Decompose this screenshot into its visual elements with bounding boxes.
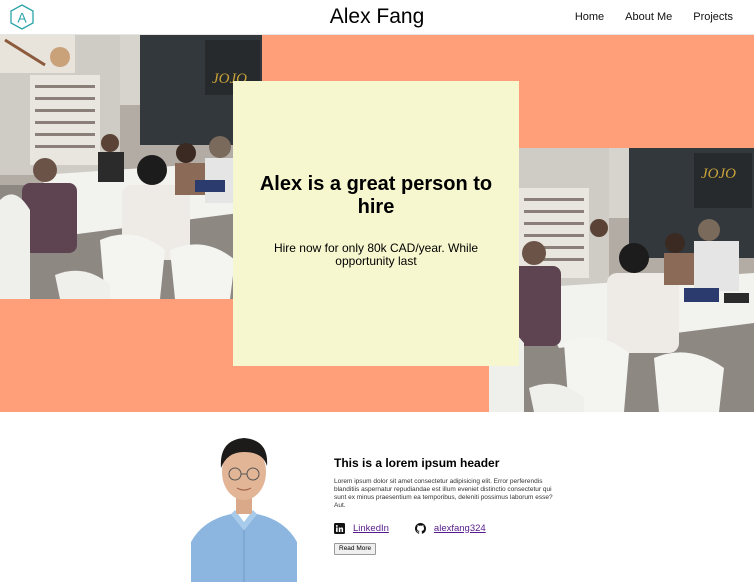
- nav-home[interactable]: Home: [575, 10, 604, 24]
- social-item-linkedin: LinkedIn: [334, 522, 389, 534]
- hero-photo-left: JOJO: [0, 35, 262, 299]
- read-more-button[interactable]: Read More: [334, 543, 377, 555]
- social-links: LinkedIn alexfang324: [334, 522, 564, 534]
- social-item-github: alexfang324: [414, 522, 486, 534]
- hero-subtext: Hire now for only 80k CAD/year. While op…: [273, 241, 479, 268]
- hero-photo-right: JOJO: [489, 148, 754, 412]
- about-section: This is a lorem ipsum header Lorem ipsum…: [0, 412, 754, 582]
- svg-text:JOJO: JOJO: [701, 166, 736, 182]
- about-body: Lorem ipsum dolor sit amet consectetur a…: [334, 478, 553, 509]
- linkedin-icon: [334, 522, 345, 534]
- site-header: A Alex Fang Home About Me Projects: [0, 0, 754, 35]
- linkedin-link[interactable]: LinkedIn: [353, 523, 389, 534]
- about-text: This is a lorem ipsum header Lorem ipsum…: [334, 456, 564, 555]
- main-nav: Home About Me Projects: [575, 10, 733, 24]
- portrait-photo: [191, 430, 297, 582]
- hero-headline: Alex is a great person to hire: [259, 173, 493, 218]
- hero-section: JOJO JOJO Alex is a great person to hire…: [0, 35, 754, 412]
- github-link[interactable]: alexfang324: [434, 523, 486, 534]
- hero-card: Alex is a great person to hire Hire now …: [233, 81, 519, 366]
- github-icon: [414, 522, 426, 534]
- about-header: This is a lorem ipsum header: [334, 456, 500, 470]
- nav-projects[interactable]: Projects: [693, 10, 733, 24]
- nav-about-me[interactable]: About Me: [625, 10, 672, 24]
